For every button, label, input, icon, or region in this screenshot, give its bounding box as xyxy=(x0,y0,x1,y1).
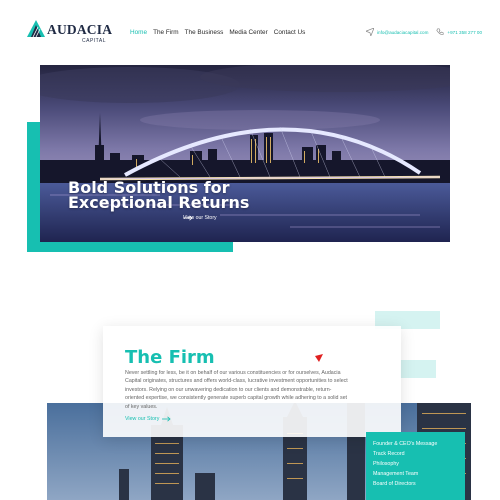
main-nav: Home The Firm The Business Media Center … xyxy=(130,29,305,36)
decorative-block-2 xyxy=(400,360,436,378)
arrow-right-icon xyxy=(183,215,193,221)
arrow-right-icon xyxy=(162,416,171,422)
firm-description: Never settling for less, be it on behalf… xyxy=(125,370,348,410)
brand-name: AUDACIA xyxy=(47,22,113,37)
nav-item-media-center[interactable]: Media Center xyxy=(229,29,267,36)
firm-submenu: Founder & CEO's Message Track Record Phi… xyxy=(366,432,465,500)
contact-phone[interactable]: +971 358 277 00 xyxy=(447,30,482,35)
hero-cityscape-image xyxy=(40,65,450,242)
firm-title: The Firm xyxy=(125,347,215,368)
phone-icon xyxy=(436,28,444,35)
brand-logo[interactable]: AUDACIA CAPITAL xyxy=(27,19,117,45)
submenu-item-board-of-directors[interactable]: Board of Directors xyxy=(373,479,465,489)
hero-view-story-link[interactable]: View our Story xyxy=(183,215,217,221)
cursor-arrow-icon xyxy=(315,354,323,362)
hero-title: Bold Solutions for Exceptional Returns xyxy=(68,180,250,212)
hero-title-line-2: Exceptional Returns xyxy=(68,193,250,212)
header-contact: info@audaciacapital.com +971 358 277 00 xyxy=(366,28,482,36)
send-icon xyxy=(366,28,374,36)
submenu-item-philosophy[interactable]: Philosophy xyxy=(373,459,465,469)
nav-item-contact-us[interactable]: Contact Us xyxy=(274,29,306,36)
nav-item-home[interactable]: Home xyxy=(130,29,147,36)
nav-item-the-business[interactable]: The Business xyxy=(185,29,224,36)
firm-view-story-link[interactable]: View our Story xyxy=(125,416,171,422)
submenu-item-track-record[interactable]: Track Record xyxy=(373,449,465,459)
nav-item-the-firm[interactable]: The Firm xyxy=(153,29,179,36)
contact-email[interactable]: info@audaciacapital.com xyxy=(377,30,428,35)
firm-link-label: View our Story xyxy=(125,416,160,422)
logo-mark-icon xyxy=(27,20,45,37)
firm-card: The Firm Never settling for less, be it … xyxy=(103,326,401,437)
hero-banner: Bold Solutions for Exceptional Returns V… xyxy=(40,65,450,242)
submenu-item-management-team[interactable]: Management Team xyxy=(373,469,465,479)
brand-tagline: CAPITAL xyxy=(82,38,106,44)
submenu-item-founder-message[interactable]: Founder & CEO's Message xyxy=(373,439,465,449)
